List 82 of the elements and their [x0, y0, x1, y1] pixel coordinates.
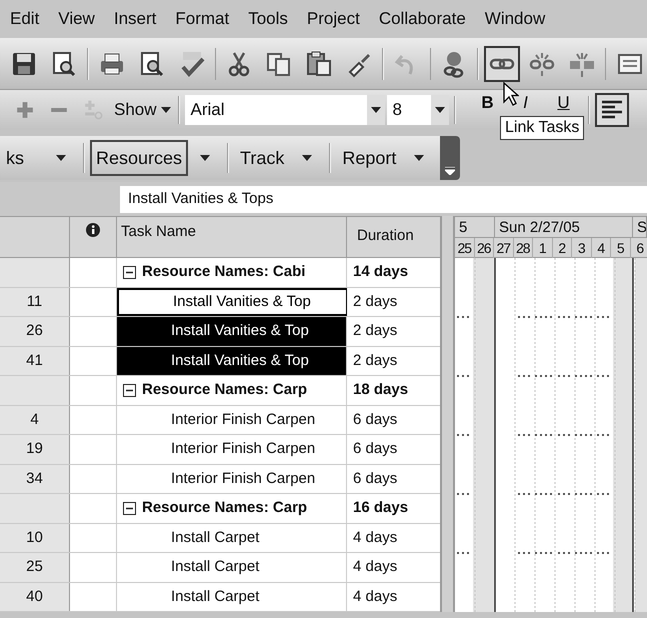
- show-menu-button[interactable]: Show: [112, 97, 173, 123]
- toolbar-button[interactable]: [484, 46, 520, 82]
- task-name-cell[interactable]: Interior Finish Carpen: [117, 464, 347, 493]
- column-header[interactable]: Duration: [347, 217, 440, 257]
- task-name-cell[interactable]: Install Carpet: [117, 582, 347, 611]
- task-name-cell[interactable]: Install Carpet: [117, 524, 347, 552]
- mouse-pointer-icon: [503, 82, 519, 106]
- row-header-cell: [0, 494, 70, 522]
- column-header[interactable]: Task Name: [117, 217, 347, 257]
- document-magnifier-icon: [50, 50, 78, 78]
- menu-item[interactable]: Format: [175, 6, 230, 32]
- duration-cell[interactable]: 14 days: [347, 258, 440, 286]
- dropdown-arrow-icon[interactable]: [302, 155, 312, 161]
- plus-minus-icon: [82, 99, 104, 121]
- timescale-label: 5: [455, 217, 495, 237]
- font-size-field[interactable]: 8: [386, 95, 449, 125]
- duration-cell[interactable]: 4 days: [347, 582, 440, 611]
- toolbar-options-button[interactable]: [440, 136, 460, 180]
- row-number-cell: 41: [0, 346, 70, 375]
- dropdown-arrow-icon[interactable]: [56, 155, 66, 161]
- row-number-cell: 26: [0, 317, 70, 346]
- row-number-cell: 19: [0, 435, 70, 464]
- duration-cell[interactable]: 2 days: [347, 317, 440, 346]
- info-icon: [86, 223, 100, 237]
- align-left-icon: [600, 100, 623, 120]
- collapse-icon[interactable]: [123, 266, 136, 279]
- row-number-cell: 40: [0, 582, 70, 611]
- font-field[interactable]: Arial: [184, 95, 385, 125]
- row-number-cell: 25: [0, 553, 70, 582]
- task-name-cell[interactable]: Install Carpet: [117, 553, 347, 582]
- summary-task-name: Resource Names: Carp: [142, 498, 308, 518]
- duration-cell[interactable]: 18 days: [347, 376, 440, 404]
- menu-item[interactable]: View: [58, 6, 95, 32]
- menu-item[interactable]: Collaborate: [378, 6, 466, 32]
- summary-task-name: Resource Names: Cabi: [142, 262, 306, 282]
- guide-menu-button[interactable]: Track: [234, 140, 290, 176]
- timescale-label: Sun 2/27/05: [495, 217, 633, 237]
- dropdown-arrow-icon[interactable]: [200, 155, 210, 161]
- duration-cell[interactable]: 2 days: [347, 288, 440, 316]
- task-name-cell[interactable]: Resource Names: Carp: [117, 494, 347, 522]
- task-name-cell[interactable]: Install Vanities & Top: [117, 317, 347, 346]
- menu-item[interactable]: Edit: [10, 6, 40, 32]
- dropdown-arrow-icon[interactable]: [414, 155, 424, 161]
- menu-item[interactable]: Project: [306, 6, 360, 32]
- menu-item[interactable]: Insert: [114, 6, 156, 32]
- duration-cell[interactable]: 6 days: [347, 464, 440, 493]
- guide-menu-button[interactable]: Report: [336, 140, 402, 176]
- summary-task-name: Resource Names: Carp: [142, 380, 308, 400]
- duration-cell[interactable]: 6 days: [347, 435, 440, 464]
- dropdown-arrow-icon[interactable]: [160, 107, 171, 113]
- duration-cell[interactable]: 2 days: [347, 346, 440, 375]
- duration-cell[interactable]: 4 days: [347, 524, 440, 552]
- menu-item[interactable]: Window: [484, 6, 546, 32]
- guide-menu-button[interactable]: Resources: [90, 140, 188, 176]
- task-name-cell[interactable]: Interior Finish Carpen: [117, 406, 347, 434]
- timescale-label: S: [633, 217, 647, 237]
- duration-cell[interactable]: 16 days: [347, 494, 440, 522]
- row-number-cell: 10: [0, 524, 70, 552]
- dropdown-arrow-icon[interactable]: [370, 107, 381, 113]
- task-name-cell[interactable]: Resource Names: Carp: [117, 376, 347, 404]
- dropdown-arrow-icon[interactable]: [434, 107, 445, 113]
- guide-menu-button[interactable]: ks: [0, 140, 44, 176]
- align-left-button[interactable]: [594, 93, 629, 127]
- row-header-cell: [0, 376, 70, 404]
- menu-item[interactable]: Tools: [248, 6, 288, 32]
- entry-field[interactable]: Install Vanities & Tops: [120, 186, 647, 212]
- task-name-cell[interactable]: Install Vanities & Top: [117, 346, 347, 375]
- duration-cell[interactable]: 4 days: [347, 553, 440, 582]
- task-name-cell[interactable]: Install Vanities & Top: [117, 288, 347, 316]
- clipboard-icon: [305, 50, 333, 78]
- collapse-icon[interactable]: [123, 384, 136, 397]
- duration-cell[interactable]: 6 days: [347, 406, 440, 434]
- task-name-cell[interactable]: Interior Finish Carpen: [117, 435, 347, 464]
- row-number-cell: 34: [0, 464, 70, 493]
- row-number-cell: 4: [0, 406, 70, 434]
- minus-icon: [48, 108, 70, 112]
- task-name-cell[interactable]: Resource Names: Cabi: [117, 258, 347, 286]
- chevron-down-icon: [445, 167, 456, 175]
- tooltip: Link Tasks: [500, 116, 584, 140]
- plus-icon: [14, 99, 36, 121]
- row-number-cell: 11: [0, 288, 70, 316]
- collapse-icon[interactable]: [123, 502, 136, 515]
